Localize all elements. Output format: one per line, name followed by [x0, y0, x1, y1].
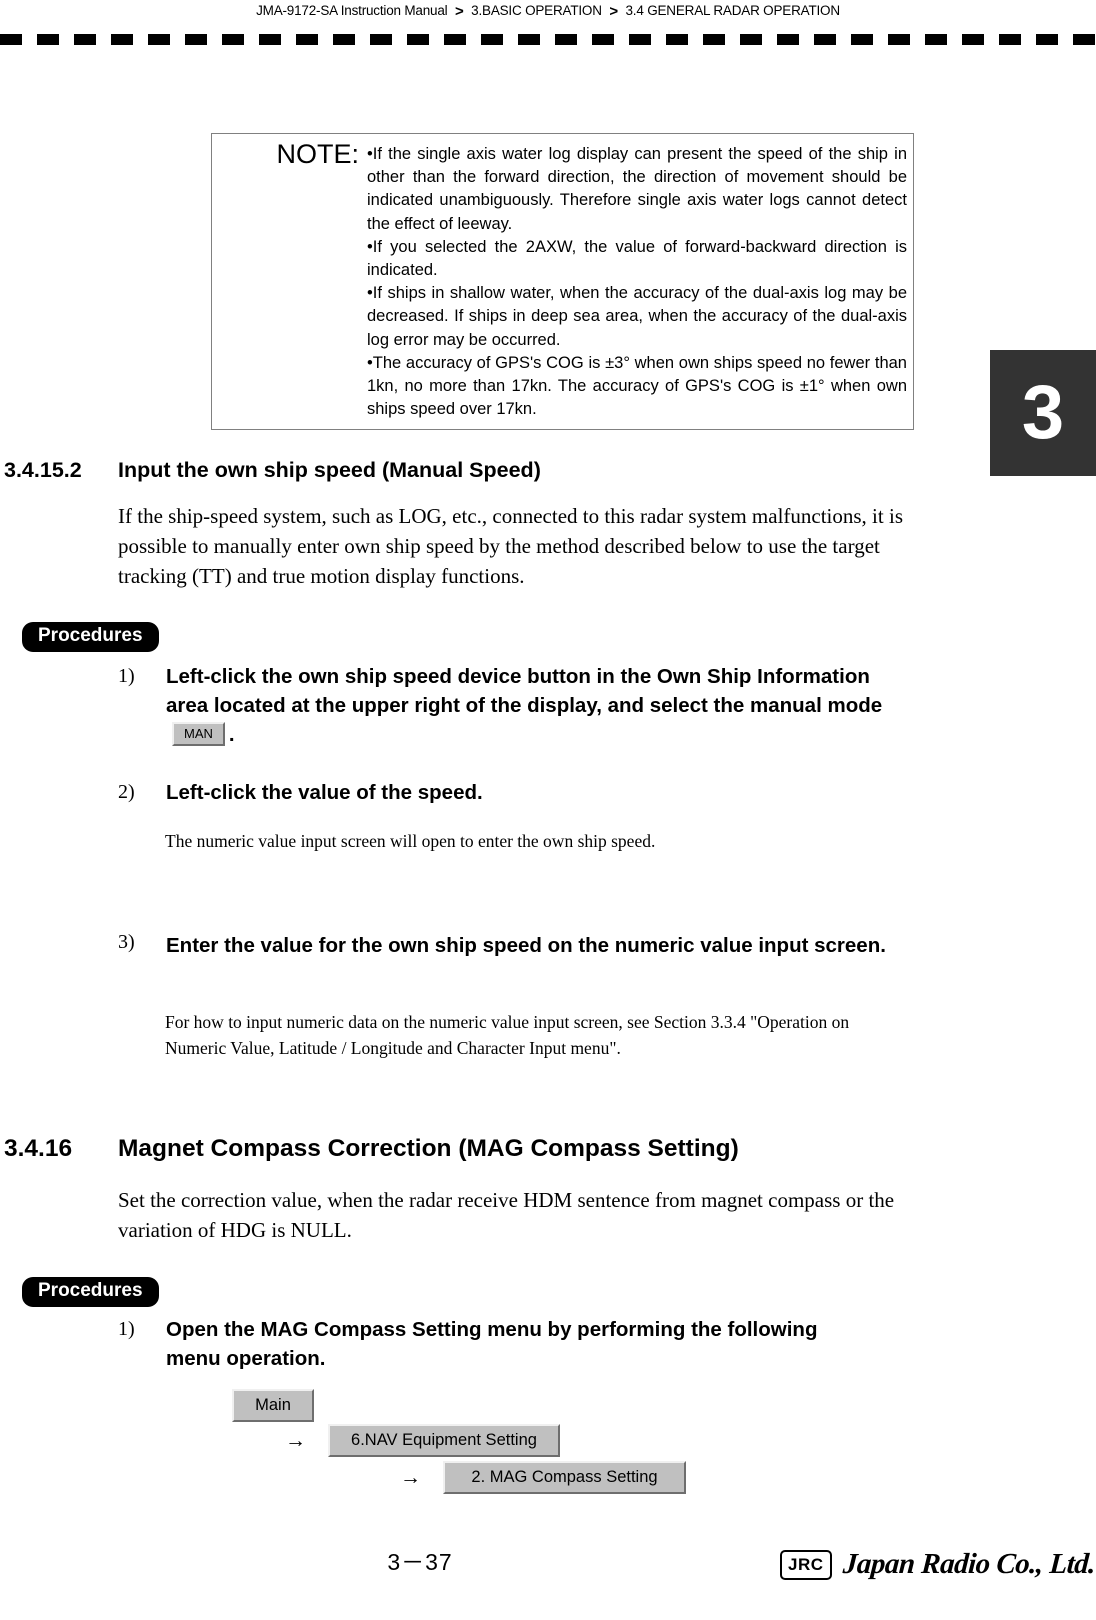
chapter-tab-number: 3 — [1021, 370, 1065, 455]
heading-3-4-15-2: 3.4.15.2 Input the own ship speed (Manua… — [0, 458, 1096, 492]
step-number: 1) — [118, 665, 135, 687]
man-mode-button[interactable]: MAN — [172, 721, 225, 746]
arrow-right-icon: → — [400, 1466, 421, 1489]
header-separator-2: > — [609, 3, 618, 20]
step-text-part-2: . — [228, 723, 235, 746]
section-intro-paragraph: If the ship-speed system, such as LOG, e… — [118, 504, 903, 588]
procedures-badge: Procedures — [22, 1277, 159, 1307]
header-separator-1: > — [455, 3, 464, 20]
note-item: If you selected the 2AXW, the value of f… — [367, 236, 907, 282]
step-note: For how to input numeric data on the num… — [165, 1012, 850, 1058]
header-section: 3.4 GENERAL RADAR OPERATION — [625, 3, 840, 18]
arrow-right-icon: → — [285, 1429, 306, 1452]
note-label: NOTE: — [276, 139, 359, 169]
menu-button-mag-compass-setting[interactable]: 2. MAG Compass Setting — [443, 1461, 686, 1494]
heading-title: Magnet Compass Correction (MAG Compass S… — [118, 1135, 739, 1162]
menu-path-row: → 2. MAG Compass Setting — [400, 1461, 686, 1494]
menu-path-row: → 6.NAV Equipment Setting — [285, 1424, 560, 1457]
note-box: NOTE: If the single axis water log displ… — [211, 133, 914, 430]
step-note: The numeric value input screen will open… — [165, 831, 656, 851]
step-text-part-1: Left-click the own ship speed device but… — [166, 665, 883, 717]
menu-path-row: Main — [232, 1389, 314, 1422]
note-body: If the single axis water log display can… — [367, 134, 913, 429]
jrc-logo: JRC Japan Radio Co., Ltd. — [780, 1548, 1096, 1581]
step-number: 3) — [118, 931, 135, 953]
note-item: If the single axis water log display can… — [367, 143, 907, 236]
jrc-company-name: Japan Radio Co., Ltd. — [841, 1548, 1096, 1580]
page-header: JMA-9172-SA Instruction Manual > 3.BASIC… — [0, 0, 1096, 24]
step-text: Left-click the own ship speed device but… — [166, 662, 906, 749]
footer-page-number: 3－37 — [387, 1549, 453, 1575]
procedures-badge: Procedures — [22, 622, 159, 652]
note-item: If ships in shallow water, when the accu… — [367, 282, 907, 352]
menu-button-main[interactable]: Main — [232, 1389, 314, 1422]
heading-number: 3.4.15.2 — [4, 458, 82, 482]
step-number: 2) — [118, 781, 135, 803]
step-number: 1) — [118, 1318, 135, 1340]
step-text: Open the MAG Compass Setting menu by per… — [166, 1318, 818, 1370]
jrc-mark-icon: JRC — [780, 1549, 832, 1580]
header-manual-title: JMA-9172-SA Instruction Manual — [256, 3, 448, 18]
section-intro-paragraph: Set the correction value, when the radar… — [118, 1188, 895, 1242]
menu-button-nav-equipment-setting[interactable]: 6.NAV Equipment Setting — [328, 1424, 560, 1457]
header-dashed-rule — [0, 34, 1096, 45]
heading-number: 3.4.16 — [4, 1135, 73, 1162]
step-text: Enter the value for the own ship speed o… — [166, 934, 886, 957]
header-chapter: 3.BASIC OPERATION — [471, 3, 602, 18]
heading-3-4-16: 3.4.16 Magnet Compass Correction (MAG Co… — [0, 1135, 1096, 1171]
step-text: Left-click the value of the speed. — [166, 781, 483, 804]
heading-title: Input the own ship speed (Manual Speed) — [118, 458, 541, 482]
note-item: The accuracy of GPS's COG is ±3° when ow… — [367, 352, 907, 422]
